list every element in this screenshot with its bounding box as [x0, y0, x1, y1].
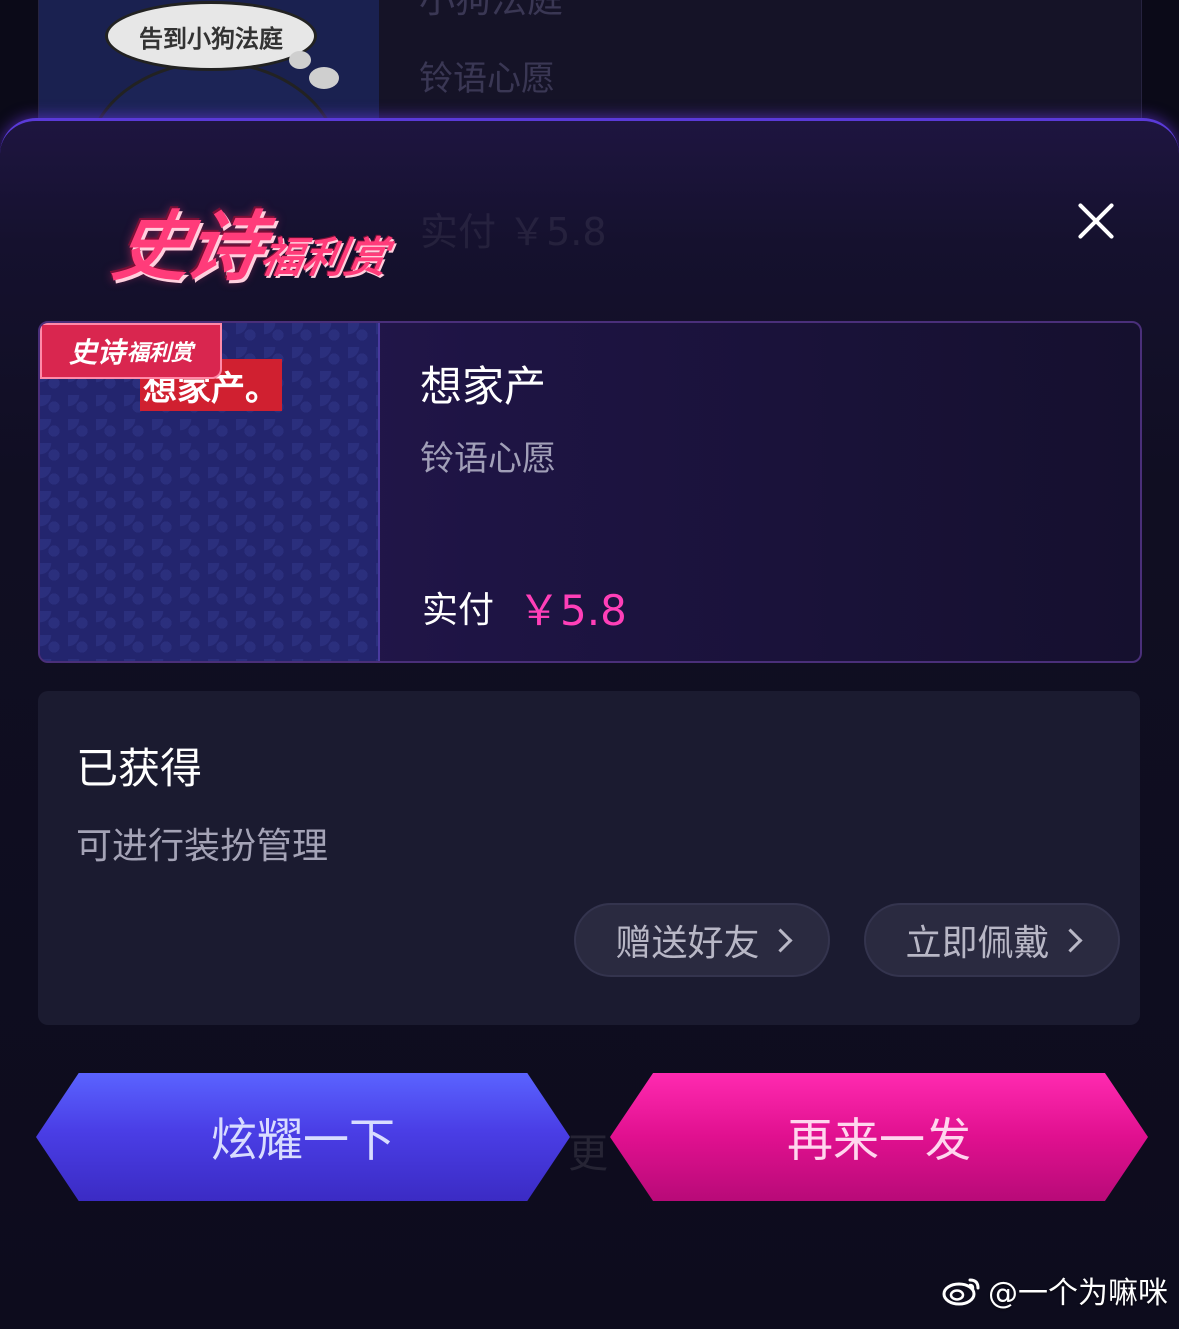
show-off-button[interactable]: 炫耀一下: [36, 1073, 570, 1201]
badge-main: 史诗: [68, 336, 125, 369]
pay-label: 实付: [422, 590, 495, 631]
chevron-right-icon: [1057, 927, 1083, 953]
ghost-button-text: 更: [568, 1131, 608, 1177]
epic-badge: 史诗 福利赏: [40, 323, 222, 379]
weibo-watermark: @一个为嘛咪: [942, 1268, 1168, 1312]
gift-friend-button[interactable]: 赠送好友: [574, 903, 830, 977]
chevron-right-icon: [767, 927, 793, 953]
item-category: 铃语心愿: [420, 439, 556, 479]
obtained-subtitle: 可进行装扮管理: [76, 826, 329, 867]
reward-sheet: 实付 ￥5.8 史诗 福利赏 想家产。 史诗 福利赏 想家产 铃语心愿 实付 ￥…: [0, 118, 1179, 1329]
wear-now-button[interactable]: 立即佩戴: [864, 903, 1120, 977]
background-item-title: 小狗法庭: [419, 0, 564, 21]
reward-item-card: 想家产。 史诗 福利赏 想家产 铃语心愿 实付 ￥5.8: [38, 321, 1142, 663]
watermark-text: @一个为嘛咪: [988, 1276, 1168, 1311]
gift-friend-label: 赠送好友: [615, 923, 760, 964]
logo-main-text: 史诗: [107, 202, 267, 291]
item-thumbnail: 想家产。 史诗 福利赏: [40, 323, 380, 661]
obtained-panel: 已获得 可进行装扮管理 赠送好友 立即佩戴: [38, 691, 1140, 1025]
bubble-dot: [309, 67, 339, 89]
obtained-title: 已获得: [76, 744, 203, 793]
bubble-dot: [289, 51, 311, 69]
pay-price: ￥5.8: [518, 586, 627, 635]
show-off-label: 炫耀一下: [211, 1113, 395, 1167]
weibo-icon: [942, 1278, 980, 1306]
wear-now-label: 立即佩戴: [905, 923, 1050, 964]
close-icon[interactable]: [1070, 195, 1122, 247]
background-item-subtitle: 铃语心愿: [419, 59, 555, 99]
logo-sub-text: 福利赏: [256, 233, 392, 282]
speech-bubble: 告到小狗法庭: [105, 1, 317, 71]
epic-reward-logo: 史诗 福利赏: [107, 175, 401, 291]
item-name: 想家产: [420, 362, 547, 411]
draw-again-button[interactable]: 再来一发: [610, 1073, 1148, 1201]
ghost-text: 实付 ￥5.8: [420, 210, 607, 254]
draw-again-label: 再来一发: [787, 1113, 971, 1167]
badge-sub: 福利赏: [127, 341, 194, 366]
